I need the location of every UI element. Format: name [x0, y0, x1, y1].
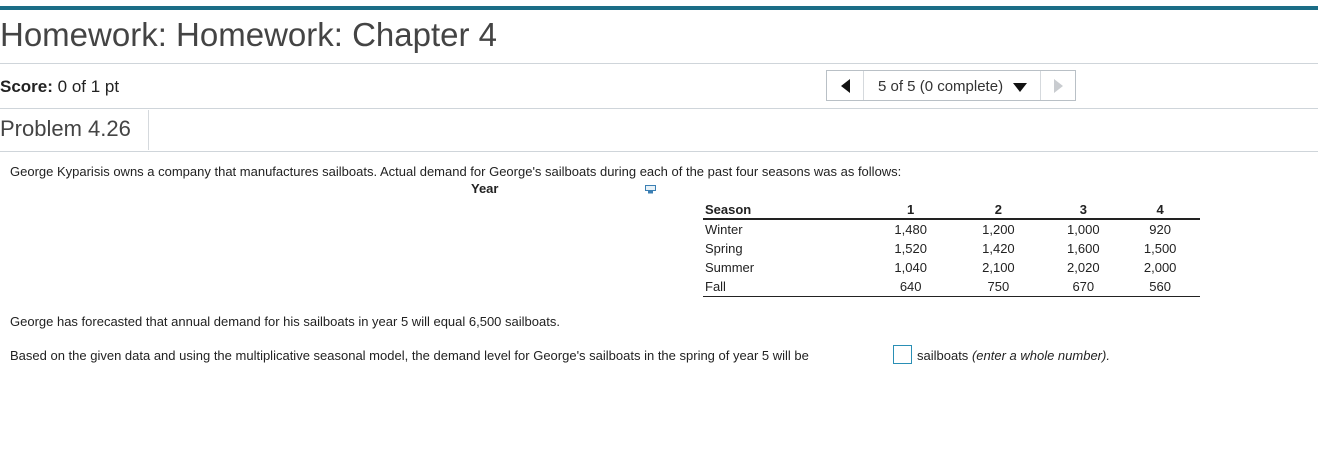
triangle-right-icon: [1054, 78, 1063, 93]
column-header: 3: [1046, 199, 1121, 220]
table-row: Spring 1,520 1,420 1,600 1,500: [703, 239, 1200, 258]
table-cell: 750: [950, 277, 1047, 297]
table-cell: 1,200: [982, 222, 1015, 237]
units-label: sailboats: [917, 348, 969, 363]
table-cell: 640: [870, 277, 951, 297]
table-cell: 1,520: [894, 241, 927, 256]
divider: [0, 151, 1318, 152]
table-cell: 1,500: [1143, 241, 1177, 256]
forecast-text: George has forecasted that annual demand…: [10, 314, 560, 329]
triangle-left-icon: [840, 78, 850, 93]
demand-table: Season 1 2 3 4 Winter 1,480 1,200 1,000 …: [703, 199, 1200, 297]
question-navigator: 5 of 5 (0 complete): [826, 70, 1076, 101]
table-cell: 2,100: [982, 260, 1015, 275]
previous-question-button[interactable]: [827, 71, 864, 100]
table-cell: 1,600: [1067, 241, 1100, 256]
problem-title: Problem 4.26: [0, 116, 131, 141]
year-label: Year: [471, 181, 499, 196]
question-suffix: sailboats (enter a whole number).: [917, 348, 1110, 363]
input-hint: (enter a whole number).: [971, 348, 1110, 363]
table-cell: 1,040: [894, 260, 927, 275]
table-cell: 920: [1149, 222, 1171, 237]
table-row: Winter 1,480 1,200 1,000 920: [703, 219, 1200, 239]
question-selector[interactable]: 5 of 5 (0 complete): [878, 78, 1003, 95]
divider: [0, 108, 1318, 109]
answer-input[interactable]: [893, 345, 912, 364]
table-cell: 670: [1046, 277, 1121, 297]
table-cell: Winter: [705, 222, 743, 237]
accent-bar: [0, 6, 1318, 10]
table-cell: Spring: [705, 241, 743, 256]
next-question-button: [1040, 71, 1076, 100]
table-cell: 2,020: [1067, 260, 1100, 275]
table-cell: 1,000: [1067, 222, 1100, 237]
score-display: Score: 0 of 1 pt: [0, 77, 119, 97]
column-header: 2: [950, 199, 1047, 220]
divider: [0, 63, 1318, 64]
problem-intro: George Kyparisis owns a company that man…: [10, 164, 902, 179]
score-label: Score:: [0, 77, 53, 96]
divider: [148, 110, 149, 150]
copy-to-clipboard-icon[interactable]: [645, 185, 657, 194]
column-header: 4: [1120, 199, 1200, 220]
table-row: Fall 640 750 670 560: [703, 277, 1200, 297]
table-header-row: Season 1 2 3 4: [703, 199, 1200, 220]
page-title: Homework: Homework: Chapter 4: [0, 16, 497, 53]
column-header: Season: [703, 199, 871, 220]
question-text: Based on the given data and using the mu…: [10, 348, 809, 363]
score-value: 0 of 1 pt: [57, 77, 120, 96]
table-cell: 560: [1120, 277, 1200, 297]
table-row: Summer 1,040 2,100 2,020 2,000: [703, 258, 1200, 277]
table-cell: 2,000: [1143, 260, 1177, 275]
table-cell: Fall: [703, 277, 871, 297]
column-header: 1: [870, 199, 951, 220]
table-cell: Summer: [705, 260, 755, 275]
table-cell: 1,420: [982, 241, 1015, 256]
table-cell: 1,480: [894, 222, 927, 237]
triangle-down-icon[interactable]: [1013, 83, 1027, 92]
